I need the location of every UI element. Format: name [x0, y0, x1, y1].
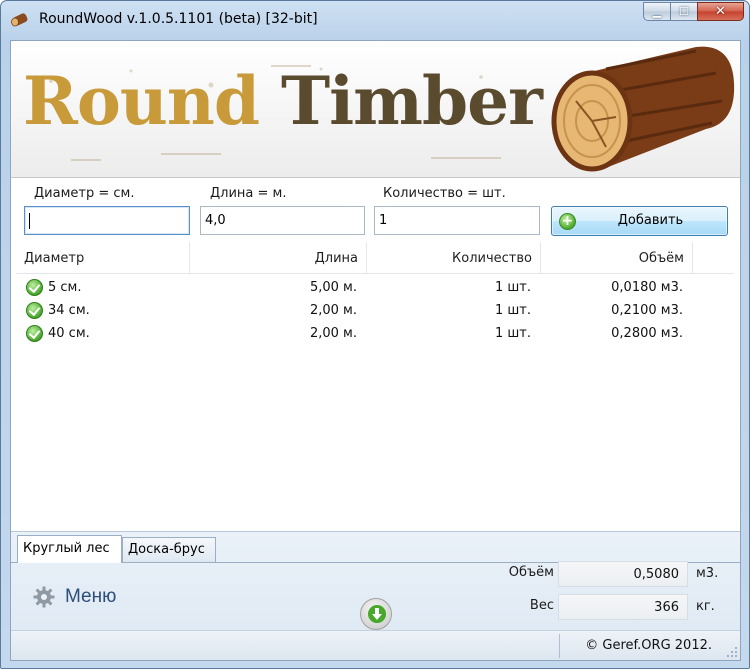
cell-length: 2,00 м. [309, 326, 357, 341]
list-header: Диаметр Длина Количество Объём [16, 242, 734, 274]
cell-quantity: 1 шт. [494, 280, 531, 295]
diameter-label: Диаметр = см. [34, 186, 135, 201]
check-icon [26, 279, 43, 296]
app-window: RoundWood v.1.0.5.1101 (beta) [32-bit] ▁… [0, 0, 750, 669]
cell-diameter: 5 см. [48, 280, 82, 295]
cell-diameter: 40 см. [48, 326, 90, 341]
column-header-length[interactable]: Длина [190, 242, 367, 273]
table-row[interactable]: 40 см. 2,00 м. 1 шт. 0,2800 м3. [16, 322, 734, 345]
bottom-panel: Круглый лес Доска-брус Меню Объём 0,5080… [11, 531, 740, 660]
minimize-icon: ▁ [652, 5, 662, 18]
export-down-button[interactable] [360, 598, 392, 630]
gear-icon [33, 586, 55, 608]
weight-label: Вес [529, 598, 554, 613]
column-header-volume[interactable]: Объём [541, 242, 693, 273]
diameter-input[interactable] [24, 206, 190, 235]
status-bar: © Geref.ORG 2012. [11, 630, 740, 660]
client-area: Round Timber Диаметр = см. Длина = м. 4,… [10, 40, 741, 661]
banner-word-round: Round [23, 62, 260, 140]
cell-volume: 0,0180 м3. [611, 280, 683, 295]
banner-word-timber: Timber [280, 62, 543, 140]
column-header-quantity[interactable]: Количество [367, 242, 541, 273]
weight-total-field: 366 [558, 594, 688, 620]
timber-list[interactable]: Диаметр Длина Количество Объём 5 см. 5,0… [16, 242, 734, 531]
add-button[interactable]: + Добавить [551, 206, 728, 236]
text-caret [29, 212, 30, 229]
menu-button[interactable]: Меню [33, 585, 116, 609]
status-separator [559, 634, 560, 658]
close-icon: ✕ [715, 4, 726, 19]
caption-buttons: ▁ ☐ ✕ [643, 2, 744, 21]
minimize-button[interactable]: ▁ [643, 2, 670, 21]
quantity-input[interactable]: 1 [374, 206, 540, 235]
volume-label: Объём [508, 565, 554, 580]
volume-total-field: 0,5080 [558, 561, 688, 587]
length-input[interactable]: 4,0 [200, 206, 365, 235]
cell-length: 2,00 м. [309, 303, 357, 318]
maximize-button[interactable]: ☐ [670, 2, 697, 21]
cell-volume: 0,2100 м3. [611, 303, 683, 318]
cell-volume: 0,2800 м3. [611, 326, 683, 341]
cell-length: 5,00 м. [309, 280, 357, 295]
check-icon [26, 325, 43, 342]
quantity-label: Количество = шт. [383, 186, 506, 201]
weight-unit: кг. [696, 599, 715, 614]
cell-quantity: 1 шт. [494, 326, 531, 341]
tab-board-beam[interactable]: Доска-брус [122, 537, 216, 562]
add-button-label: Добавить [617, 213, 684, 228]
copyright-text: © Geref.ORG 2012. [585, 638, 712, 653]
cell-quantity: 1 шт. [494, 303, 531, 318]
resize-grip-icon[interactable] [726, 646, 738, 658]
table-row[interactable]: 5 см. 5,00 м. 1 шт. 0,0180 м3. [16, 276, 734, 299]
tab-round-timber[interactable]: Круглый лес [17, 535, 122, 563]
maximize-icon: ☐ [679, 5, 689, 18]
column-header-diameter[interactable]: Диаметр [16, 242, 190, 273]
length-label: Длина = м. [210, 186, 287, 201]
table-row[interactable]: 34 см. 2,00 м. 1 шт. 0,2100 м3. [16, 299, 734, 322]
arrow-down-icon [368, 605, 386, 623]
check-icon [26, 302, 43, 319]
volume-unit: м3. [696, 566, 719, 581]
cell-diameter: 34 см. [48, 303, 90, 318]
banner: Round Timber [11, 41, 740, 178]
banner-logo-text: Round Timber [23, 68, 543, 134]
close-button[interactable]: ✕ [697, 2, 744, 21]
title-bar[interactable]: RoundWood v.1.0.5.1101 (beta) [32-bit] ▁… [1, 1, 749, 39]
window-title: RoundWood v.1.0.5.1101 (beta) [32-bit] [39, 11, 318, 27]
log-icon [551, 46, 735, 172]
menu-label: Меню [65, 586, 117, 607]
log-app-icon [11, 13, 28, 27]
